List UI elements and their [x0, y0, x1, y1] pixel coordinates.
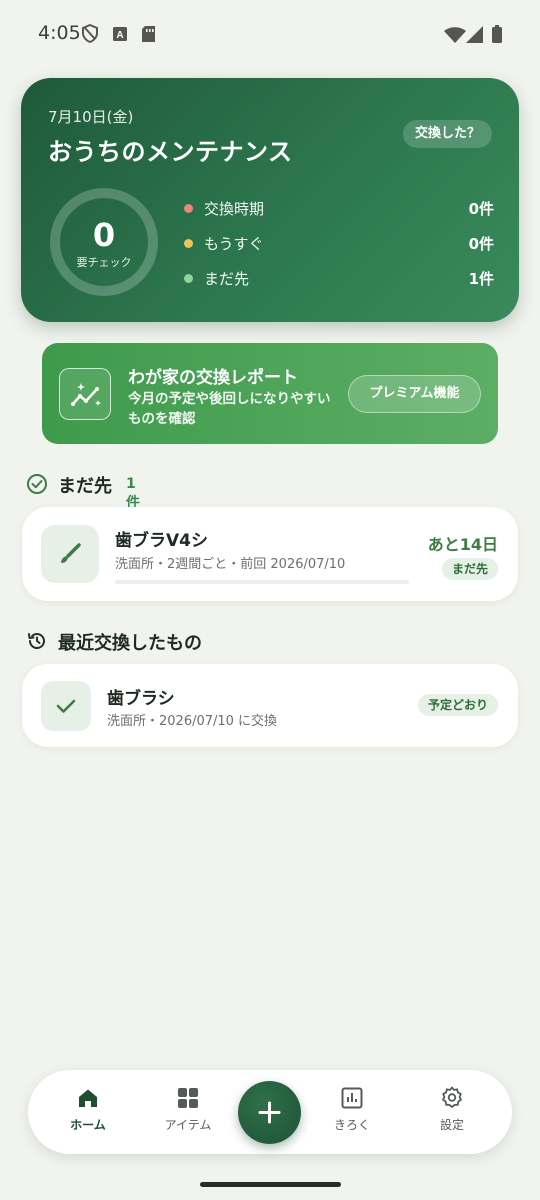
item-icon-box — [41, 525, 99, 583]
nav-label: 設定 — [439, 1118, 464, 1132]
check-label: 要チェック — [76, 256, 132, 269]
battery-icon — [492, 25, 502, 43]
nav-label: アイテム — [164, 1118, 212, 1132]
check-circle-icon — [27, 474, 47, 494]
history-icon — [28, 633, 45, 649]
premium-report-banner[interactable]: わが家の交換レポート 今月の予定や後回しになりやすいものを確認 プレミアム機能 — [42, 343, 498, 444]
sim-card-icon — [142, 26, 155, 42]
premium-icon-box — [59, 368, 111, 420]
home-icon — [79, 1089, 97, 1107]
svg-text:A: A — [116, 30, 123, 41]
premium-title: わが家の交換レポート — [128, 368, 298, 388]
status-badge: まだ先 — [441, 558, 498, 580]
brush-icon — [61, 543, 81, 563]
add-item-button[interactable] — [238, 1081, 301, 1144]
chart-icon — [341, 1087, 363, 1109]
legend-dot — [184, 204, 193, 213]
nav-item-records[interactable]: きろく — [312, 1086, 392, 1133]
nav-label: ホーム — [70, 1118, 106, 1132]
item-meta: 洗面所・2週間ごと・前回 2026/07/10 — [115, 557, 346, 572]
legend-row-later: まだ先 1件 — [184, 266, 494, 290]
status-bar: 4:05 A — [0, 0, 540, 70]
check-icon — [56, 699, 76, 713]
legend-row-soon: もうすぐ 0件 — [184, 231, 494, 255]
section-title: まだ先 — [58, 476, 112, 497]
premium-description: 今月の予定や後回しになりやすいものを確認 — [128, 391, 331, 427]
legend-row-due: 交換時期 0件 — [184, 196, 494, 220]
status-time: 4:05 — [38, 22, 81, 44]
nav-item-items[interactable]: アイテム — [148, 1086, 228, 1133]
item-name: 歯ブラシ — [107, 689, 175, 709]
shield-icon — [82, 24, 98, 43]
hero-date: 7月10日(金) — [48, 108, 134, 126]
recent-item-card[interactable]: 歯ブラシ 洗面所・2026/07/10 に交換 予定どおり — [22, 664, 518, 747]
legend-count: 1件 — [468, 270, 494, 288]
home-indicator[interactable] — [200, 1182, 341, 1187]
legend-count: 0件 — [468, 200, 494, 218]
replaced-button[interactable]: 交換した？ — [402, 120, 492, 148]
legend-dot — [184, 239, 193, 248]
legend-dot — [184, 274, 193, 283]
signal-icon — [466, 26, 483, 43]
premium-feature-button[interactable]: プレミアム機能 — [348, 375, 481, 413]
sparkle-chart-icon — [71, 383, 101, 406]
grid-icon — [178, 1088, 198, 1108]
status-badge: 予定どおり — [417, 694, 498, 716]
item-name: 歯ブラV4シ — [115, 531, 208, 551]
legend-label: まだ先 — [204, 270, 250, 288]
legend-count: 0件 — [468, 235, 494, 253]
plus-icon — [258, 1101, 281, 1124]
nav-label: きろく — [333, 1118, 370, 1132]
check-count: 0 — [92, 216, 116, 254]
item-icon-box — [41, 681, 91, 731]
gear-icon — [442, 1086, 462, 1108]
item-days-left: あと14日 — [427, 535, 498, 554]
item-meta: 洗面所・2026/07/10 に交換 — [107, 714, 278, 729]
legend-label: 交換時期 — [204, 200, 265, 218]
legend-label: もうすぐ — [204, 235, 264, 253]
hero-title: おうちのメンテナンス — [48, 138, 293, 166]
keyboard-a-icon: A — [113, 27, 127, 41]
nav-item-settings[interactable]: 設定 — [412, 1086, 492, 1133]
nav-item-home[interactable]: ホーム — [48, 1086, 128, 1133]
section-title: 最近交換したもの — [58, 633, 202, 654]
upcoming-item-card[interactable]: 歯ブラV4シ 洗面所・2週間ごと・前回 2026/07/10 あと14日 まだ先 — [22, 507, 518, 601]
item-progress-bar — [115, 580, 409, 584]
wifi-icon — [444, 27, 466, 43]
maintenance-summary-card: 7月10日(金) おうちのメンテナンス 交換した？ 0 要チェック 交換時期 0… — [21, 78, 519, 322]
